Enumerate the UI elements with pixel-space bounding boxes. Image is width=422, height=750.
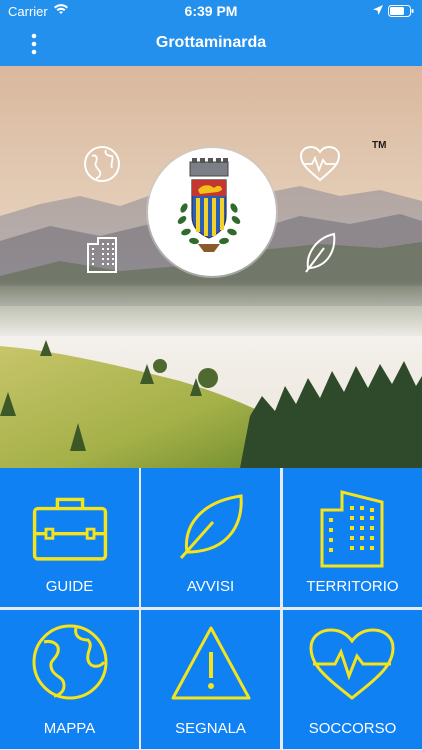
location-icon: [373, 5, 383, 15]
tile-guide[interactable]: GUIDE: [0, 468, 139, 607]
building-icon: [87, 237, 117, 273]
globe-icon: [84, 146, 120, 182]
tile-label: MAPPA: [43, 720, 96, 737]
tile-label: SEGNALA: [175, 720, 246, 737]
tile-label: AVVISI: [186, 578, 235, 595]
trademark-label: TM: [372, 140, 387, 151]
coat-of-arms-image: [177, 158, 241, 252]
building-icon: [320, 490, 384, 568]
battery-icon: [388, 5, 414, 17]
status-bar: Carrier 6:39 PM: [0, 0, 422, 22]
warning-icon: [171, 626, 251, 700]
leaf-icon: [179, 494, 243, 559]
heart-pulse-icon: [309, 628, 395, 700]
heart-pulse-icon: [299, 145, 341, 182]
tile-soccorso[interactable]: SOCCORSO: [283, 610, 422, 749]
page-title: Grottaminarda: [155, 34, 267, 51]
menu-grid: GUIDE AVVISI TERRITORIO MAPPA SEGNALA SO…: [0, 468, 422, 750]
nav-bar: Grottaminarda: [0, 22, 422, 66]
tile-label: GUIDE: [45, 578, 94, 595]
clock: 6:39 PM: [184, 3, 238, 19]
hero-banner: TM: [0, 66, 422, 468]
globe-icon: [32, 624, 108, 700]
briefcase-icon: [32, 497, 108, 561]
tile-territorio[interactable]: TERRITORIO: [283, 468, 422, 607]
tile-avvisi[interactable]: AVVISI: [141, 468, 280, 607]
tile-label: SOCCORSO: [308, 720, 397, 737]
leaf-icon: [305, 232, 336, 273]
tile-label: TERRITORIO: [306, 578, 399, 595]
tile-mappa[interactable]: MAPPA: [0, 610, 139, 749]
town-coat-of-arms: [148, 148, 276, 276]
tile-segnala[interactable]: SEGNALA: [141, 610, 280, 749]
